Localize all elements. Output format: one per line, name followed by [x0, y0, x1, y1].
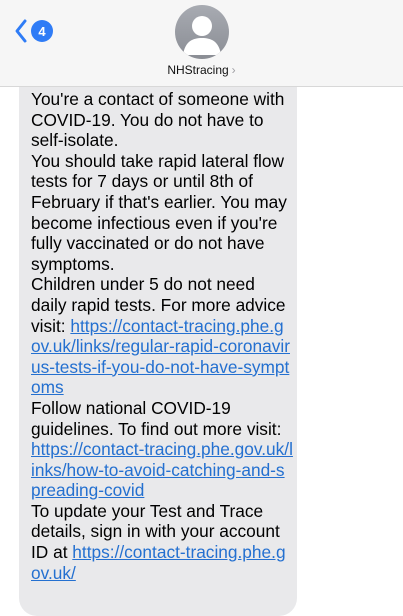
message-paragraph: You're a contact of someone with COVID-1… [31, 89, 285, 151]
contact-name[interactable]: NHStracing › [0, 63, 403, 77]
conversation-header: 4 NHStracing › [0, 0, 403, 87]
message-paragraph: Children under 5 do not need daily rapid… [31, 274, 293, 398]
rapid-tests-link[interactable]: https://contact-tracing.phe.gov.uk/links… [31, 316, 290, 398]
back-button[interactable]: 4 [14, 18, 53, 44]
chevron-right-icon: › [231, 63, 236, 77]
avoid-covid-link[interactable]: https://contact-tracing.phe.gov.uk/links… [31, 439, 293, 500]
chevron-left-icon [15, 19, 27, 43]
contact-name-label: NHStracing [167, 63, 229, 77]
message-text-span: Follow national COVID-19 guidelines. To … [31, 397, 282, 439]
message-paragraph: You should take rapid lateral flow tests… [31, 150, 287, 274]
person-icon [183, 16, 221, 55]
message-paragraph: To update your Test and Trace details, s… [31, 501, 293, 583]
message-text: You're a contact of someone with COVID-1… [31, 89, 293, 583]
unread-count-badge: 4 [31, 20, 53, 42]
contact-avatar[interactable] [175, 5, 229, 59]
message-paragraph: Follow national COVID-19 guidelines. To … [31, 398, 293, 501]
